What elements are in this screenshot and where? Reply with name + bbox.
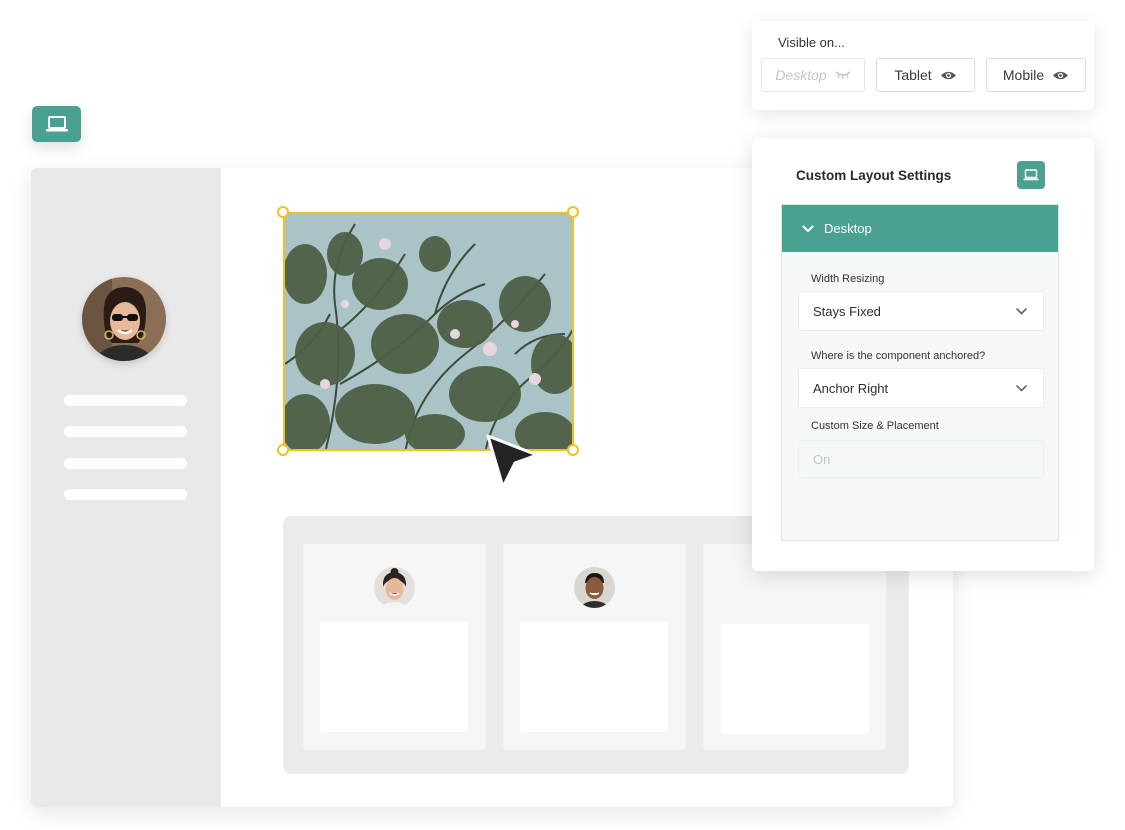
custom-layout-settings-panel: Custom Layout Settings Desktop Width Res… [752,138,1094,571]
width-resizing-value: Stays Fixed [813,303,881,319]
custom-size-label: Custom Size & Placement [811,420,939,432]
resize-handle-bottom-left[interactable] [277,444,289,456]
visibility-tablet-button[interactable]: Tablet [876,58,975,92]
chevron-down-icon [1016,307,1027,314]
visibility-mobile-label: Mobile [1002,67,1045,83]
chevron-down-icon [1016,384,1027,391]
card-body-placeholder [320,622,468,732]
avatar [574,567,615,608]
custom-size-value: On [813,451,831,467]
resize-handle-top-left[interactable] [277,206,289,218]
laptop-icon [45,116,68,132]
accordion-header-desktop[interactable]: Desktop [782,205,1058,252]
avatar [374,567,415,608]
accordion-header-label: Desktop [824,221,872,236]
avatar [82,277,166,361]
resize-handle-bottom-right[interactable] [567,444,579,456]
visibility-tablet-label: Tablet [894,67,932,83]
visibility-mobile-button[interactable]: Mobile [986,58,1086,92]
sidebar-placeholder-line [64,395,187,406]
pointer-cursor [485,433,541,496]
visibility-desktop-label: Desktop [775,67,827,83]
width-resizing-select[interactable]: Stays Fixed [798,291,1044,331]
width-resizing-label: Width Resizing [811,273,885,285]
chevron-down-icon [802,225,814,232]
settings-title: Custom Layout Settings [796,168,952,183]
card-body-placeholder [520,622,668,732]
visibility-panel: Visible on... Desktop Tablet Mobile [752,21,1094,110]
profile-card [303,544,486,750]
desktop-device-badge[interactable] [32,106,81,142]
custom-size-field[interactable]: On [798,440,1044,478]
page-sidebar [31,168,221,807]
card-body-placeholder [721,624,869,734]
profile-card [703,544,886,750]
builder-stage: Visible on... Desktop Tablet Mobile Cust… [0,0,1125,830]
anchor-label: Where is the component anchored? [811,350,986,362]
desktop-settings-accordion: Desktop Width Resizing Stays Fixed Where… [781,204,1059,541]
sidebar-placeholder-line [64,489,187,500]
resize-handle-top-right[interactable] [567,206,579,218]
visibility-title: Visible on... [778,35,845,50]
eye-icon [1053,71,1069,79]
eye-icon [940,71,956,79]
sidebar-placeholder-line [64,426,187,437]
profile-card [503,544,686,750]
eye-closed-icon [835,71,851,79]
cursor-arrow-icon [486,434,539,489]
laptop-icon [1023,169,1039,181]
anchor-select[interactable]: Anchor Right [798,368,1044,408]
selected-image[interactable] [283,212,574,451]
sidebar-placeholder-line [64,458,187,469]
anchor-value: Anchor Right [813,380,889,396]
visibility-desktop-button[interactable]: Desktop [761,58,865,92]
device-toggle-button[interactable] [1017,161,1045,189]
